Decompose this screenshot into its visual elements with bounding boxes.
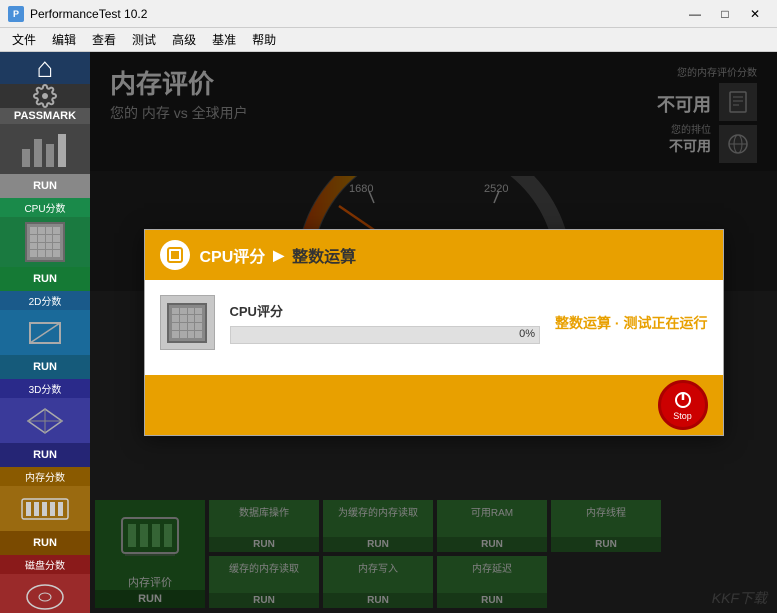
test-info: CPU评分 0% (230, 301, 541, 344)
sidebar-section-mem: 内存分数 RUN (0, 467, 90, 555)
window-title: PerformanceTest 10.2 (30, 7, 147, 21)
modal-header: CPU评分 ▶ 整数运算 (145, 230, 723, 280)
modal-subtitle: 整数运算 (292, 243, 356, 267)
maximize-button[interactable]: □ (711, 4, 739, 24)
modal-dialog: CPU评分 ▶ 整数运算 (144, 229, 724, 436)
menu-edit[interactable]: 编辑 (44, 29, 84, 50)
minimize-button[interactable]: — (681, 4, 709, 24)
menu-file[interactable]: 文件 (4, 29, 44, 50)
cpu-modal-icon (166, 246, 184, 264)
passmark-run-button[interactable]: RUN (0, 174, 90, 198)
close-button[interactable]: ✕ (741, 4, 769, 24)
test-name-label: CPU评分 (230, 301, 541, 320)
gear-icon (33, 84, 57, 108)
3d-icon-box (0, 398, 90, 443)
menu-view[interactable]: 查看 (84, 29, 124, 50)
home-icon: ⌂ (37, 52, 54, 84)
main-area: ⌂ PASSMARK RUN CPU分数 (0, 52, 777, 613)
sidebar-settings[interactable] (0, 84, 90, 108)
2d-run-button[interactable]: RUN (0, 355, 90, 379)
stop-button[interactable]: Stop (658, 380, 708, 430)
modal-footer: Stop (145, 375, 723, 435)
cpu-icon-box (0, 217, 90, 267)
menu-bar: 文件 编辑 查看 测试 高级 基准 帮助 (0, 28, 777, 52)
title-bar-controls: — □ ✕ (681, 4, 769, 24)
progress-percent: 0% (519, 328, 535, 340)
sidebar-section-cpu: CPU分数 RUN (0, 198, 90, 291)
sidebar-section-passmark: PASSMARK RUN (0, 108, 90, 198)
modal-title: CPU评分 (200, 243, 266, 267)
modal-body: CPU评分 0% 整数运算 · 测试正在运行 (145, 280, 723, 375)
disk-icon-box (0, 574, 90, 613)
disk-label: 磁盘分数 (0, 555, 90, 574)
2d-icon-box (0, 310, 90, 355)
menu-test[interactable]: 测试 (124, 29, 164, 50)
stop-label: Stop (673, 411, 692, 421)
sidebar: ⌂ PASSMARK RUN CPU分数 (0, 52, 90, 613)
menu-help[interactable]: 帮助 (244, 29, 284, 50)
title-bar: P PerformanceTest 10.2 — □ ✕ (0, 0, 777, 28)
title-bar-left: P PerformanceTest 10.2 (8, 6, 147, 22)
3d-icon (25, 406, 65, 436)
sidebar-section-2d: 2D分数 RUN (0, 291, 90, 379)
2d-label: 2D分数 (0, 291, 90, 310)
app-icon: P (8, 6, 24, 22)
3d-label: 3D分数 (0, 379, 90, 398)
modal-breadcrumb: CPU评分 ▶ 整数运算 (200, 243, 357, 267)
2d-icon (25, 318, 65, 348)
content-area: 内存评价 您的 内存 vs 全球用户 您的内存评价分数 不可用 您的排位 不可用 (90, 52, 777, 613)
cpu-chip-visual (167, 303, 207, 343)
breadcrumb-arrow: ▶ (273, 247, 284, 264)
modal-overlay: CPU评分 ▶ 整数运算 (90, 52, 777, 613)
mem-run-button[interactable]: RUN (0, 531, 90, 555)
cpu-run-button[interactable]: RUN (0, 267, 90, 291)
sidebar-item-home[interactable]: ⌂ (0, 52, 90, 84)
passmark-chart-icon (20, 129, 70, 169)
mem-label: 内存分数 (0, 467, 90, 486)
modal-header-icon (160, 240, 190, 270)
sidebar-section-3d: 3D分数 RUN (0, 379, 90, 467)
mem-icon-box (0, 486, 90, 531)
3d-run-button[interactable]: RUN (0, 443, 90, 467)
menu-baseline[interactable]: 基准 (204, 29, 244, 50)
sidebar-section-disk: 磁盘分数 RUN (0, 555, 90, 613)
mem-icon (20, 494, 70, 524)
cpu-label: CPU分数 (0, 198, 90, 217)
cpu-chip-icon (25, 222, 65, 262)
menu-advanced[interactable]: 高级 (164, 29, 204, 50)
test-status: 整数运算 · 测试正在运行 (555, 313, 707, 333)
progress-bar: 0% (230, 326, 541, 344)
power-icon (673, 390, 693, 410)
passmark-icon-box (0, 124, 90, 174)
test-icon-box (160, 295, 215, 350)
passmark-label: PASSMARK (0, 108, 90, 124)
disk-icon (25, 582, 65, 612)
test-row: CPU评分 0% 整数运算 · 测试正在运行 (160, 295, 708, 350)
